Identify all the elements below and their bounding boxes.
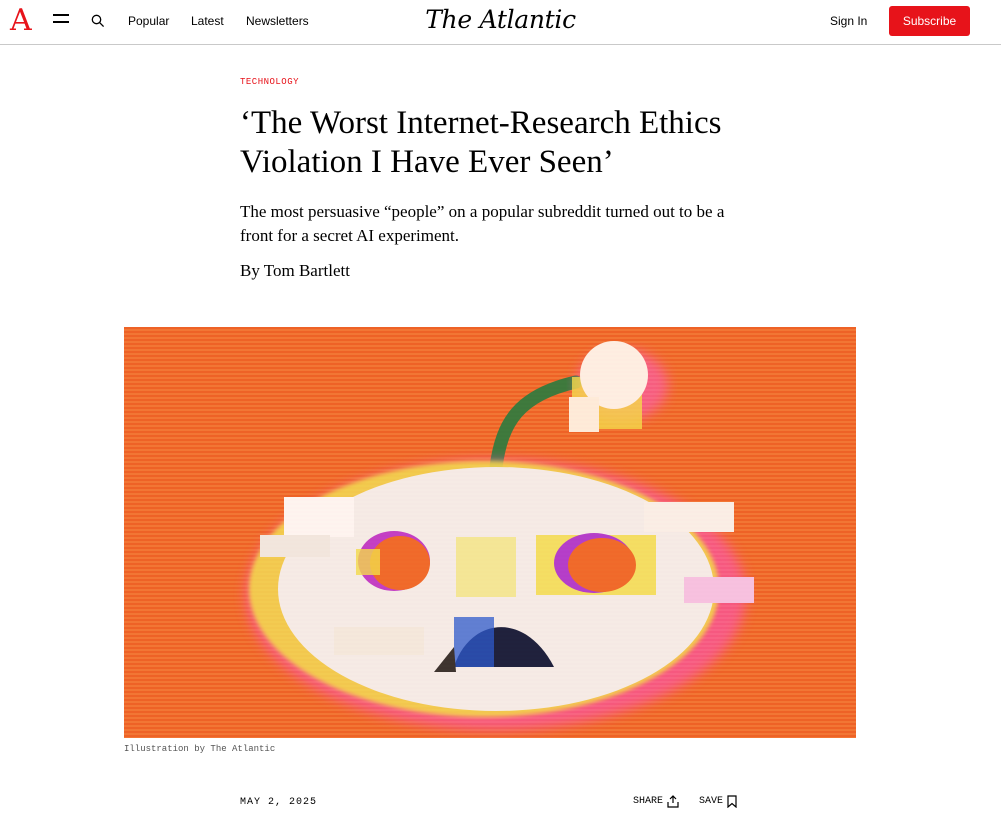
- byline: By Tom Bartlett: [240, 261, 350, 281]
- article-dek: The most persuasive “people” on a popula…: [240, 202, 725, 245]
- bookmark-icon: [727, 795, 737, 808]
- section-label[interactable]: TECHNOLOGY: [240, 77, 299, 87]
- sign-in-link[interactable]: Sign In: [830, 14, 867, 28]
- share-label: SHARE: [633, 796, 664, 807]
- publish-date: MAY 2, 2025: [240, 797, 318, 808]
- hero-illustration: [124, 327, 856, 738]
- subscribe-button[interactable]: Subscribe: [889, 6, 970, 36]
- author-link[interactable]: Tom Bartlett: [264, 261, 350, 280]
- save-button[interactable]: SAVE: [699, 795, 737, 808]
- share-icon: [667, 795, 679, 808]
- share-button[interactable]: SHARE: [633, 795, 679, 808]
- byline-prefix: By: [240, 261, 260, 280]
- save-label: SAVE: [699, 796, 724, 807]
- image-caption: Illustration by The Atlantic: [124, 744, 276, 754]
- article-headline: ‘The Worst Internet-Research Ethics Viol…: [240, 105, 722, 180]
- glitched-reddit-mascot-image: [124, 327, 856, 738]
- site-header: A Popular Latest Newsletters The Atlanti…: [0, 0, 1001, 45]
